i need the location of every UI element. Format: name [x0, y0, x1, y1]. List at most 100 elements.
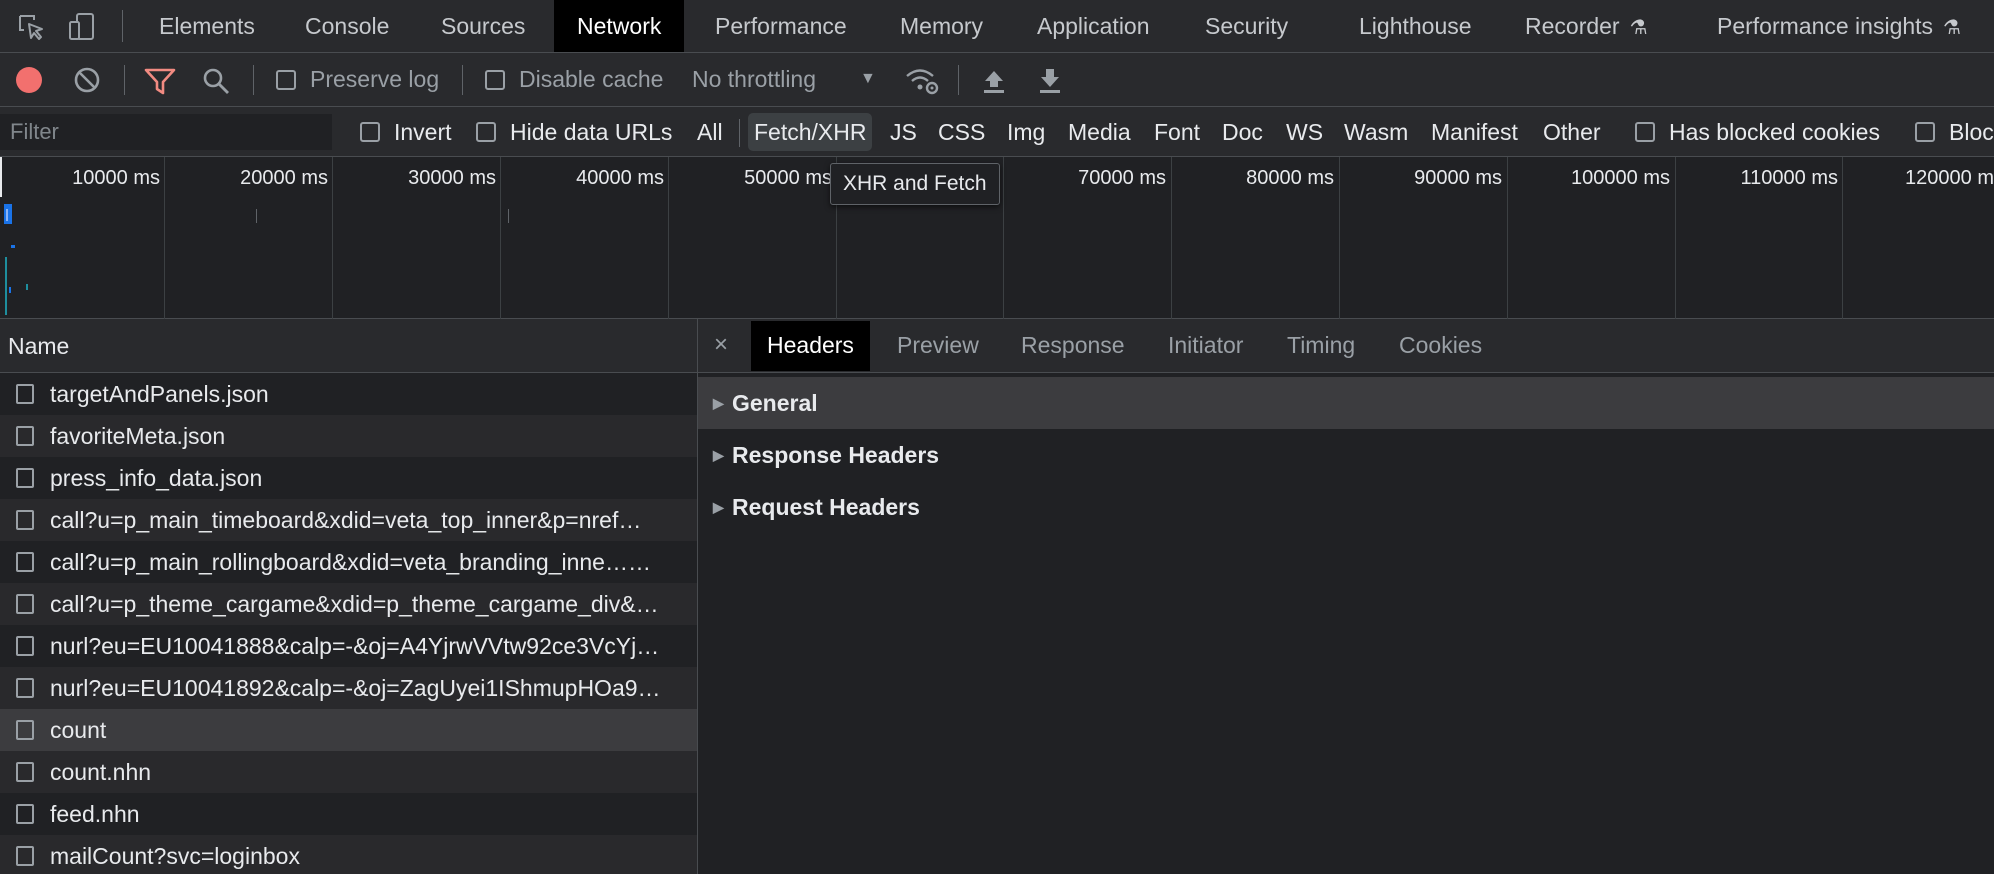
filter-type-other[interactable]: Other — [1543, 107, 1601, 157]
tab-recorder[interactable]: Recorder ⚗ — [1525, 0, 1648, 52]
timeline-tick-label: 90000 ms — [1414, 167, 1502, 189]
filter-type-img[interactable]: Img — [1007, 107, 1045, 157]
filter-type-fetch-xhr[interactable]: Fetch/XHR — [748, 113, 873, 151]
request-name: call?u=p_main_timeboard&xdid=veta_top_in… — [50, 507, 642, 533]
record-button[interactable] — [15, 66, 43, 94]
filter-type-font[interactable]: Font — [1154, 107, 1200, 157]
details-tab-bar: × Headers Preview Response Initiator Tim… — [698, 319, 1994, 373]
filter-input[interactable] — [0, 114, 332, 150]
file-icon — [16, 384, 34, 404]
section-general[interactable]: ▶ General — [698, 377, 1994, 429]
request-row[interactable]: favoriteMeta.json — [0, 415, 697, 457]
filter-type-wasm[interactable]: Wasm — [1344, 107, 1408, 157]
request-name: call?u=p_main_rollingboard&xdid=veta_bra… — [50, 549, 651, 575]
tab-elements[interactable]: Elements — [159, 0, 255, 52]
file-icon — [16, 594, 34, 614]
request-row[interactable]: mailCount?svc=loginbox — [0, 835, 697, 874]
waterfall-bar — [6, 209, 8, 221]
request-row-selected[interactable]: count — [0, 709, 697, 751]
chevron-down-icon: ▼ — [860, 70, 876, 87]
timeline-gridline — [1171, 157, 1172, 319]
filter-type-ws[interactable]: WS — [1286, 107, 1323, 157]
filter-type-doc[interactable]: Doc — [1222, 107, 1263, 157]
request-row[interactable]: call?u=p_main_timeboard&xdid=veta_top_in… — [0, 499, 697, 541]
timeline-tick-label: 80000 ms — [1246, 167, 1334, 189]
section-request-headers[interactable]: ▶ Request Headers — [698, 481, 1994, 533]
request-name: count — [50, 717, 107, 743]
tab-preview[interactable]: Preview — [897, 319, 979, 373]
file-icon — [16, 720, 34, 740]
network-toolbar: Preserve log Disable cache No throttling… — [0, 53, 1994, 107]
file-icon — [16, 510, 34, 530]
filter-type-media[interactable]: Media — [1068, 107, 1131, 157]
device-toolbar-icon[interactable] — [68, 12, 98, 42]
tab-headers[interactable]: Headers — [751, 321, 870, 371]
filter-icon[interactable] — [144, 67, 176, 95]
request-name: mailCount?svc=loginbox — [50, 843, 300, 869]
request-name: feed.nhn — [50, 801, 140, 827]
request-row[interactable]: press_info_data.json — [0, 457, 697, 499]
clear-icon[interactable] — [73, 66, 101, 94]
request-name: nurl?eu=EU10041888&calp=-&oj=A4YjrwVVtw9… — [50, 633, 660, 659]
throttling-select[interactable]: No throttling ▼ — [692, 53, 882, 107]
blocked-requests-checkbox[interactable] — [1915, 122, 1935, 142]
import-har-icon[interactable] — [980, 65, 1008, 95]
request-row[interactable]: feed.nhn — [0, 793, 697, 835]
request-row[interactable]: count.nhn — [0, 751, 697, 793]
filter-type-manifest[interactable]: Manifest — [1431, 107, 1518, 157]
tab-lighthouse[interactable]: Lighthouse — [1359, 0, 1472, 52]
tab-performance[interactable]: Performance — [715, 0, 847, 52]
hide-data-urls-checkbox[interactable] — [476, 122, 496, 142]
tab-performance-insights[interactable]: Performance insights ⚗ — [1717, 0, 1961, 52]
file-icon — [16, 636, 34, 656]
section-response-headers[interactable]: ▶ Response Headers — [698, 429, 1994, 481]
network-conditions-icon[interactable] — [904, 66, 940, 96]
disable-cache-checkbox[interactable] — [485, 70, 505, 90]
timeline-tick-label: 50000 ms — [744, 167, 832, 189]
waterfall-bar — [5, 257, 7, 315]
filter-type-all[interactable]: All — [697, 107, 723, 157]
tab-sources[interactable]: Sources — [441, 0, 525, 52]
tab-initiator[interactable]: Initiator — [1168, 319, 1243, 373]
request-row[interactable]: targetAndPanels.json — [0, 373, 697, 415]
timeline-start-handle[interactable] — [0, 157, 2, 197]
request-list: targetAndPanels.json favoriteMeta.json p… — [0, 373, 697, 874]
timeline-tick-label: 70000 ms — [1078, 167, 1166, 189]
search-icon[interactable] — [202, 67, 230, 95]
section-title: Response Headers — [732, 442, 940, 468]
export-har-icon[interactable] — [1036, 65, 1064, 95]
timeline-gridline — [1842, 157, 1843, 319]
request-row[interactable]: nurl?eu=EU10041888&calp=-&oj=A4YjrwVVtw9… — [0, 625, 697, 667]
waterfall-bar — [26, 284, 28, 290]
filter-divider — [739, 119, 740, 147]
timeline-gridline — [164, 157, 165, 319]
invert-label: Invert — [394, 119, 452, 145]
filter-type-css[interactable]: CSS — [938, 107, 985, 157]
tab-cookies[interactable]: Cookies — [1399, 319, 1482, 373]
invert-checkbox[interactable] — [360, 122, 380, 142]
file-icon — [16, 426, 34, 446]
inspect-element-icon[interactable] — [16, 12, 46, 42]
tab-network[interactable]: Network — [554, 0, 685, 52]
has-blocked-cookies-checkbox[interactable] — [1635, 122, 1655, 142]
preserve-log-label: Preserve log — [310, 66, 440, 92]
filter-type-js[interactable]: JS — [890, 107, 917, 157]
waterfall-bar — [9, 287, 11, 293]
request-row[interactable]: call?u=p_theme_cargame&xdid=p_theme_carg… — [0, 583, 697, 625]
tab-application[interactable]: Application — [1037, 0, 1150, 52]
timeline-tick-label: 10000 ms — [72, 167, 160, 189]
close-icon[interactable]: × — [714, 319, 728, 373]
request-row[interactable]: call?u=p_main_rollingboard&xdid=veta_bra… — [0, 541, 697, 583]
name-column-header[interactable]: Name — [0, 319, 697, 373]
tab-bar-divider — [122, 10, 123, 42]
tab-timing[interactable]: Timing — [1287, 319, 1355, 373]
tab-security[interactable]: Security — [1205, 0, 1288, 52]
preserve-log-checkbox[interactable] — [276, 70, 296, 90]
section-title: General — [732, 390, 818, 416]
tab-memory[interactable]: Memory — [900, 0, 983, 52]
request-row[interactable]: nurl?eu=EU10041892&calp=-&oj=ZagUyei1ISh… — [0, 667, 697, 709]
waterfall-bar — [508, 209, 509, 223]
tab-console[interactable]: Console — [305, 0, 389, 52]
tab-response[interactable]: Response — [1021, 319, 1125, 373]
section-title: Request Headers — [732, 494, 920, 520]
